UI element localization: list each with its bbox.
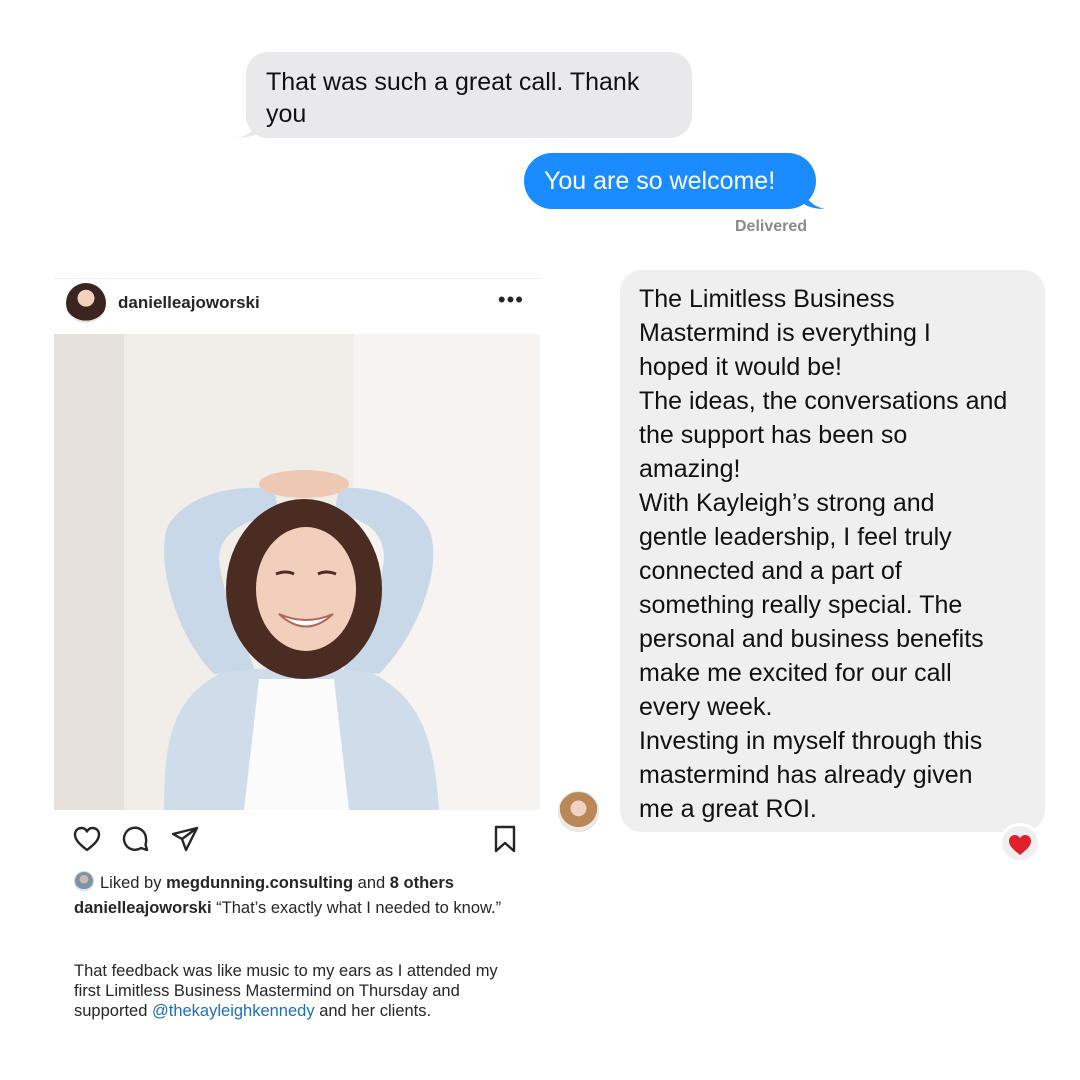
testimonial-line: amazing! xyxy=(639,455,741,483)
testimonial-line: hoped it would be! xyxy=(639,353,842,381)
heart-reaction-shape xyxy=(1009,835,1031,855)
likes-prefix: Liked by xyxy=(100,874,162,892)
portrait-photo xyxy=(54,334,540,810)
profile-avatar[interactable] xyxy=(66,283,106,323)
heart-icon[interactable] xyxy=(72,824,102,854)
likes-user[interactable]: megdunning.consulting xyxy=(166,874,353,892)
sender-avatar[interactable] xyxy=(558,791,599,832)
testimonial-line: The Limitless Business xyxy=(639,285,895,313)
testimonial-line: connected and a part of xyxy=(639,557,902,585)
ellipsis-icon[interactable]: ••• xyxy=(498,287,524,313)
likes-middle: and xyxy=(357,874,386,892)
testimonial-line: every week. xyxy=(639,693,773,721)
testimonial-message-bubble: The Limitless Business Mastermind is eve… xyxy=(620,270,1045,832)
incoming-message-text: That was such a great call. Thank you xyxy=(266,68,640,128)
testimonial-line: With Kayleigh’s strong and xyxy=(639,489,935,517)
caption-text: “That’s exactly what I needed to know.” xyxy=(216,899,502,917)
bookmark-icon[interactable] xyxy=(490,824,520,854)
share-icon[interactable] xyxy=(170,824,200,854)
testimonial-line: make me excited for our call xyxy=(639,659,952,687)
body-text-after: and her clients. xyxy=(319,1002,432,1020)
testimonial-line: Investing in myself through this xyxy=(639,727,983,755)
post-username[interactable]: danielleajoworski xyxy=(118,293,260,313)
outgoing-message-bubble: You are so welcome! xyxy=(524,153,825,209)
liker-avatar xyxy=(74,871,94,891)
mention-link[interactable]: @thekayleighkennedy xyxy=(152,1002,315,1020)
bubble-tail-left xyxy=(237,120,259,138)
post-actions xyxy=(54,818,540,862)
testimonial-line: something really special. The xyxy=(639,591,963,619)
likes-summary[interactable]: Liked by megdunning.consulting and 8 oth… xyxy=(74,871,454,893)
instagram-post: danielleajoworski ••• Liked by megdunnin… xyxy=(54,278,540,1038)
testimonial-line: gentle leadership, I feel truly xyxy=(639,523,952,551)
post-header: danielleajoworski ••• xyxy=(54,278,540,334)
testimonial-line: The ideas, the conversations and xyxy=(639,387,1008,415)
outgoing-message-text: You are so welcome! xyxy=(544,167,776,195)
testimonial-line: personal and business benefits xyxy=(639,625,984,653)
testimonial-line: the support has been so xyxy=(639,421,908,449)
post-caption: danielleajoworski “That’s exactly what I… xyxy=(74,898,514,918)
likes-count[interactable]: 8 others xyxy=(390,874,454,892)
post-photo[interactable] xyxy=(54,334,540,810)
testimonial-line: me a great ROI. xyxy=(639,795,817,823)
caption-username[interactable]: danielleajoworski xyxy=(74,899,212,917)
bubble-tail-right xyxy=(803,191,825,209)
delivery-status: Delivered xyxy=(735,218,808,235)
heart-reaction-icon[interactable] xyxy=(999,823,1041,863)
testimonial-line: mastermind has already given xyxy=(639,761,973,789)
comment-icon[interactable] xyxy=(120,824,150,854)
testimonial-line: Mastermind is everything I xyxy=(639,319,931,347)
post-body-text: That feedback was like music to my ears … xyxy=(74,961,524,1021)
incoming-message-bubble: That was such a great call. Thank you xyxy=(237,52,692,138)
